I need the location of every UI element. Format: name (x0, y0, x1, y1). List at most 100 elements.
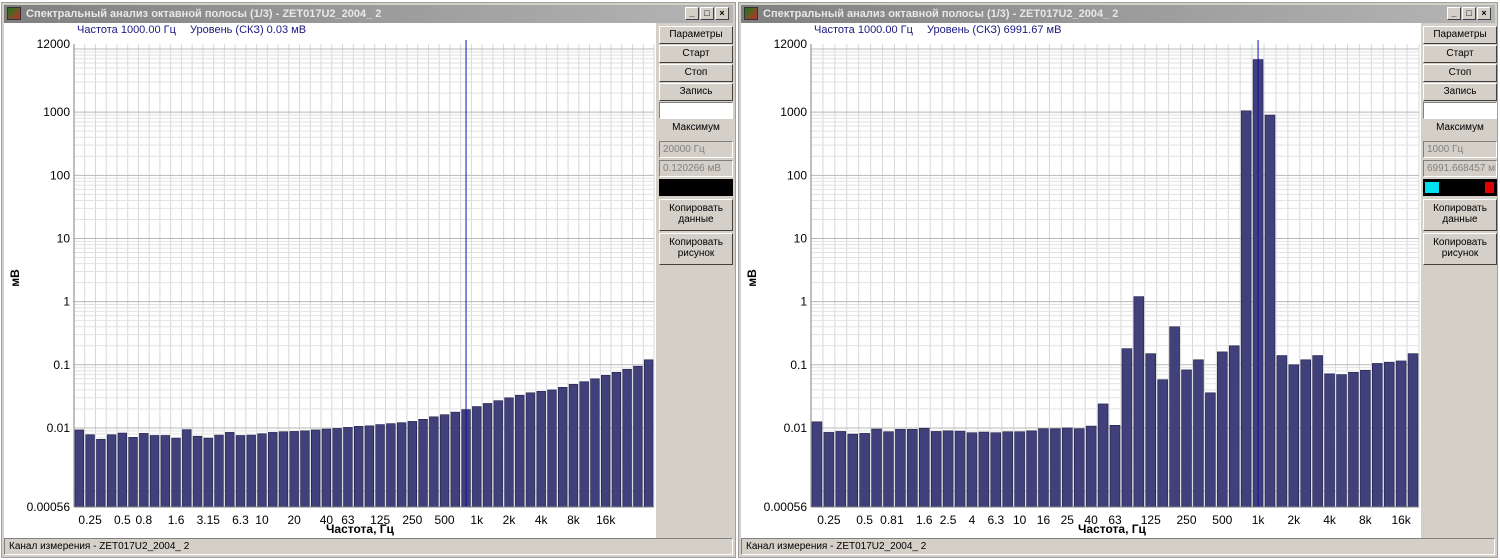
bar (225, 432, 235, 508)
x-tick-label: 1.6 (168, 513, 185, 527)
parameters-button[interactable]: Параметры (1423, 26, 1497, 44)
bar (600, 375, 611, 508)
title-bar[interactable]: Спектральный анализ октавной полосы (1/3… (741, 5, 1495, 23)
bar (1300, 359, 1312, 508)
spectrum-plot[interactable]: Частота 1000.00 Гц Уровень (СКЗ) 6991.67… (741, 23, 1421, 538)
x-tick-label: 500 (435, 513, 455, 527)
bar (942, 430, 954, 508)
bar (568, 384, 579, 508)
maximize-button[interactable]: □ (700, 7, 714, 20)
color-indicator (659, 179, 733, 196)
x-tick-label: 0.8 (135, 513, 152, 527)
bar (871, 428, 882, 508)
bar (590, 378, 600, 508)
x-tick-label: 16 (1037, 513, 1051, 527)
spectrum-plot[interactable]: Частота 1000.00 Гц Уровень (СКЗ) 0.03 мВ… (4, 23, 656, 538)
bar (835, 431, 847, 508)
y-tick-label: 1000 (780, 105, 807, 119)
bar (859, 433, 870, 508)
spectrum-chart: 1200010001001010.10.010.000560.25 0.5 0.8 1… (27, 37, 655, 527)
x-tick-label: 3.15 (197, 513, 221, 527)
y-tick-label: 100 (787, 168, 807, 182)
x-tick-label: 4 (969, 513, 976, 527)
bar (1240, 110, 1252, 508)
x-tick-label: 1k (470, 513, 484, 527)
bar (930, 431, 942, 508)
bar (396, 422, 407, 508)
x-tick-label: 10 (255, 513, 269, 527)
bar (633, 365, 643, 508)
record-field[interactable] (659, 102, 733, 119)
x-tick-label: 8k (1359, 513, 1373, 527)
bar (1336, 374, 1347, 508)
copy-data-button[interactable]: Копировать данные (1423, 199, 1497, 231)
y-tick-label: 1 (800, 295, 807, 309)
x-tick-label: 1k (1252, 513, 1266, 527)
y-tick-label: 1000 (43, 105, 70, 119)
bar (364, 425, 375, 508)
x-tick-label: 20 (288, 513, 302, 527)
bar (1288, 364, 1300, 508)
minimize-button[interactable]: _ (1447, 7, 1461, 20)
status-bar: Канал измерения - ZET017U2_2004_ 2 (4, 538, 733, 555)
close-button[interactable]: × (715, 7, 729, 20)
max-frequency-field: 1000 Гц (1423, 141, 1497, 158)
bar (246, 434, 256, 508)
bar (811, 421, 823, 508)
bar (450, 411, 460, 508)
record-button[interactable]: Запись (1423, 83, 1497, 101)
x-tick-label: 0.25 (817, 513, 841, 527)
bar (1276, 355, 1288, 508)
bar (128, 437, 138, 508)
bar (429, 416, 439, 508)
bar (235, 435, 246, 508)
bar (907, 429, 918, 508)
bar (1372, 363, 1383, 508)
x-tick-label: 10 (1013, 513, 1027, 527)
stop-button[interactable]: Стоп (1423, 64, 1497, 82)
start-button[interactable]: Старт (659, 45, 733, 63)
bar (954, 430, 966, 508)
bar (1395, 360, 1407, 508)
record-button[interactable]: Запись (659, 83, 733, 101)
bar (1205, 392, 1216, 508)
bar (375, 424, 385, 508)
close-button[interactable]: × (1477, 7, 1491, 20)
stop-button[interactable]: Стоп (659, 64, 733, 82)
bar (1109, 425, 1121, 508)
color-indicator (1423, 179, 1497, 196)
bar (1217, 351, 1228, 508)
bar (1002, 431, 1013, 508)
start-button[interactable]: Старт (1423, 45, 1497, 63)
maximize-button[interactable]: □ (1462, 7, 1476, 20)
bar (1407, 353, 1419, 508)
bar (85, 434, 95, 508)
title-bar[interactable]: Спектральный анализ октавной полосы (1/3… (4, 5, 733, 23)
window-title: Спектральный анализ октавной полосы (1/3… (763, 8, 1119, 20)
bar (1360, 369, 1371, 508)
bar (482, 403, 493, 508)
x-tick-label: 0.8 (880, 513, 897, 527)
y-tick-label: 12000 (37, 37, 71, 51)
x-tick-label: 2k (1287, 513, 1301, 527)
spectrum-chart: 1200010001001010.10.010.000560.25 0.5 0.8 1… (764, 37, 1420, 527)
bar (300, 430, 310, 508)
parameters-button[interactable]: Параметры (659, 26, 733, 44)
bar (171, 437, 181, 508)
x-tick-label: 4k (535, 513, 549, 527)
y-tick-label: 0.1 (53, 358, 70, 372)
x-tick-label: 250 (402, 513, 422, 527)
bar (343, 427, 353, 508)
bar (536, 391, 546, 508)
copy-data-button[interactable]: Копировать данные (659, 199, 733, 231)
bar (332, 428, 342, 508)
record-field[interactable] (1423, 102, 1497, 119)
copy-image-button[interactable]: Копировать рисунок (659, 233, 733, 265)
y-tick-label: 0.00056 (27, 500, 71, 514)
bar (439, 414, 450, 508)
bar (1264, 114, 1276, 508)
minimize-button[interactable]: _ (685, 7, 699, 20)
bar (321, 428, 332, 508)
copy-image-button[interactable]: Копировать рисунок (1423, 233, 1497, 265)
bar (1038, 428, 1049, 508)
